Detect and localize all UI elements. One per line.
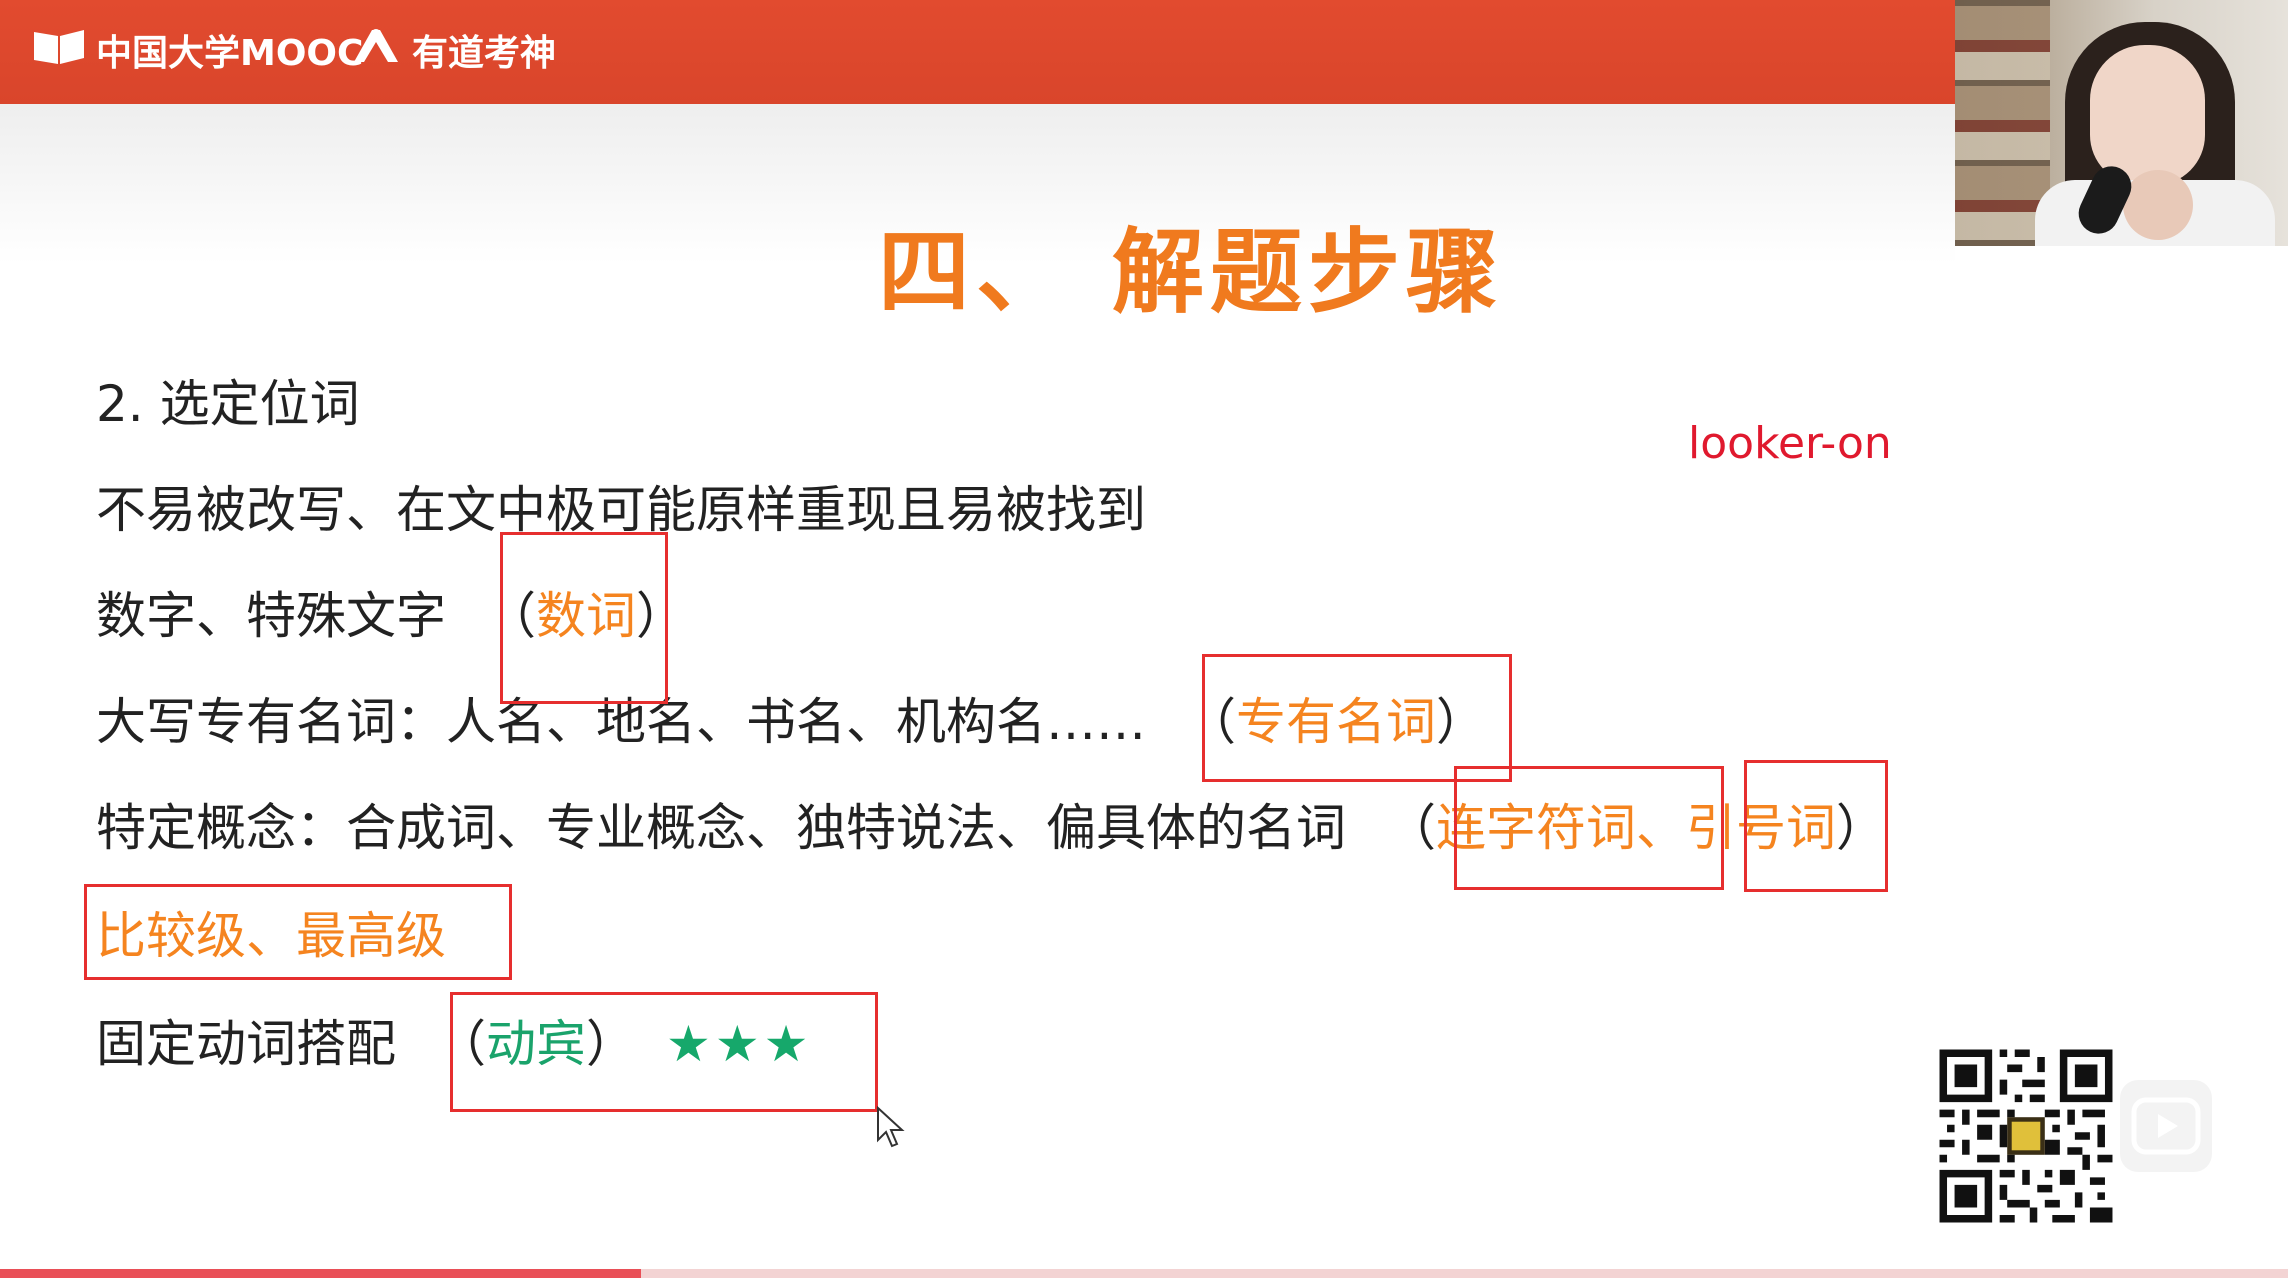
concept-paren-open: （ xyxy=(1386,799,1436,857)
qr-code-icon[interactable] xyxy=(1932,1042,2120,1230)
numbers-text: 数字、特殊文字 xyxy=(96,587,446,645)
top-bar: 中国大学MOOC 有道考神 xyxy=(0,0,1955,104)
handwritten-annotation: looker-on xyxy=(1688,418,1892,469)
highlight-box-quote xyxy=(1744,760,1888,892)
subheading: 2. 选定位词 xyxy=(96,375,360,433)
slide-title: 四、 解题步骤 xyxy=(878,219,1505,326)
youdao-brand[interactable]: 有道考神 xyxy=(350,24,556,76)
highlight-box-hyphen xyxy=(1454,766,1724,890)
mooc-logo-icon xyxy=(32,26,96,75)
mooc-brand-label: 中国大学MOOC xyxy=(96,33,364,74)
concept-text: 特定概念：合成词、专业概念、独特说法、偏具体的名词 xyxy=(96,799,1346,857)
highlight-box-proper-noun xyxy=(1202,654,1512,782)
highlight-box-numbers xyxy=(500,532,668,704)
youdao-brand-label: 有道考神 xyxy=(412,33,557,74)
video-progress-bar[interactable] xyxy=(0,1269,2288,1278)
play-icon[interactable] xyxy=(2120,1080,2212,1172)
mooc-brand[interactable]: 中国大学MOOC xyxy=(32,24,363,76)
criteria-line: 不易被改写、在文中极可能原样重现且易被找到 xyxy=(96,481,1146,539)
video-progress-fill xyxy=(0,1269,641,1278)
highlight-box-comparative xyxy=(84,884,512,980)
youdao-logo-icon xyxy=(350,26,412,75)
webcam-overlay xyxy=(1955,0,2288,246)
presenter-face xyxy=(2090,45,2205,185)
highlight-box-verb xyxy=(450,992,878,1112)
presenter-hand xyxy=(2123,170,2193,240)
cursor-icon xyxy=(876,1105,906,1152)
verb-text: 固定动词搭配 xyxy=(96,1015,396,1073)
